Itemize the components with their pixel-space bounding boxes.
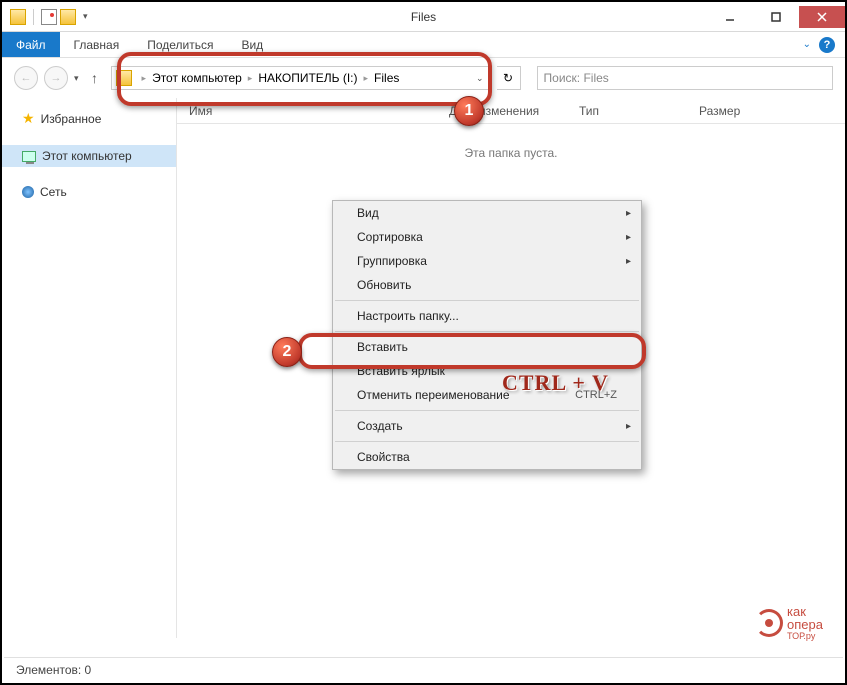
sidebar-label: Этот компьютер xyxy=(42,149,132,163)
annotation-badge-2: 2 xyxy=(272,337,302,367)
menu-new[interactable]: Создать xyxy=(333,414,641,438)
search-input[interactable]: Поиск: Files xyxy=(537,66,833,90)
sidebar-favorites[interactable]: ★ Избранное xyxy=(2,106,176,131)
window-controls xyxy=(707,6,845,28)
column-size[interactable]: Размер xyxy=(687,104,767,118)
breadcrumb-drive[interactable]: НАКОПИТЕЛЬ (I:) xyxy=(258,71,357,85)
back-button[interactable]: ← xyxy=(14,66,38,90)
chevron-right-icon[interactable]: ▸ xyxy=(142,73,147,84)
menu-refresh[interactable]: Обновить xyxy=(333,273,641,297)
computer-icon xyxy=(22,151,36,162)
menu-customize-folder[interactable]: Настроить папку... xyxy=(333,304,641,328)
annotation-badge-1: 1 xyxy=(454,96,484,126)
network-icon xyxy=(22,186,34,198)
menu-view[interactable]: Вид xyxy=(333,201,641,225)
main-area: ★ Избранное Этот компьютер Сеть Имя Дата… xyxy=(2,98,845,638)
menu-group[interactable]: Группировка xyxy=(333,249,641,273)
address-bar[interactable]: ▸ Этот компьютер ▸ НАКОПИТЕЛЬ (I:) ▸ Fil… xyxy=(111,66,491,90)
status-bar: Элементов: 0 xyxy=(4,657,843,681)
separator xyxy=(335,331,639,332)
file-list-area[interactable]: Имя Дата изменения Тип Размер Эта папка … xyxy=(177,98,845,638)
star-icon: ★ xyxy=(22,110,35,127)
tab-share[interactable]: Поделиться xyxy=(133,32,227,57)
folder-icon[interactable] xyxy=(10,9,26,25)
qat-dropdown-icon[interactable]: ▾ xyxy=(83,11,88,22)
separator xyxy=(335,410,639,411)
watermark-icon xyxy=(755,609,783,637)
breadcrumb-this-pc[interactable]: Этот компьютер xyxy=(152,71,242,85)
navigation-bar: ← → ▾ ↑ ▸ Этот компьютер ▸ НАКОПИТЕЛЬ (I… xyxy=(2,58,845,98)
file-tab[interactable]: Файл xyxy=(2,32,60,57)
separator xyxy=(335,441,639,442)
properties-icon[interactable] xyxy=(41,9,57,25)
new-folder-icon[interactable] xyxy=(60,9,76,25)
chevron-right-icon[interactable]: ▸ xyxy=(364,73,369,84)
history-dropdown-icon[interactable]: ▾ xyxy=(74,73,79,84)
menu-sort[interactable]: Сортировка xyxy=(333,225,641,249)
search-placeholder: Поиск: Files xyxy=(544,71,609,85)
column-name[interactable]: Имя xyxy=(177,104,437,118)
sidebar-this-pc[interactable]: Этот компьютер xyxy=(2,145,176,167)
title-bar: ▾ Files xyxy=(2,2,845,32)
empty-folder-message: Эта папка пуста. xyxy=(177,146,845,160)
status-item-count: Элементов: 0 xyxy=(16,663,91,677)
folder-icon xyxy=(116,70,132,86)
tab-view[interactable]: Вид xyxy=(227,32,277,57)
window-title: Files xyxy=(411,10,436,24)
sidebar-network[interactable]: Сеть xyxy=(2,181,176,203)
expand-ribbon-icon[interactable]: ⌄ xyxy=(803,39,811,50)
forward-button[interactable]: → xyxy=(44,66,68,90)
menu-properties[interactable]: Свойства xyxy=(333,445,641,469)
separator xyxy=(33,9,34,25)
separator xyxy=(335,300,639,301)
column-type[interactable]: Тип xyxy=(567,104,687,118)
watermark: как опера ТОР.ру xyxy=(755,605,823,641)
refresh-button[interactable]: ↻ xyxy=(497,66,521,90)
maximize-button[interactable] xyxy=(753,6,799,28)
ribbon: Файл Главная Поделиться Вид ⌄ ? xyxy=(2,32,845,58)
column-headers: Имя Дата изменения Тип Размер xyxy=(177,98,845,124)
breadcrumb-folder[interactable]: Files xyxy=(374,71,399,85)
watermark-text-3: ТОР.ру xyxy=(787,631,823,641)
sidebar-label: Избранное xyxy=(41,112,102,126)
tab-home[interactable]: Главная xyxy=(60,32,134,57)
menu-paste[interactable]: Вставить xyxy=(333,335,641,359)
sidebar-label: Сеть xyxy=(40,185,67,199)
quick-access-toolbar: ▾ xyxy=(2,9,88,25)
annotation-keyboard-shortcut: CTRL + V xyxy=(502,370,609,396)
close-button[interactable] xyxy=(799,6,845,28)
context-menu: Вид Сортировка Группировка Обновить Наст… xyxy=(332,200,642,470)
minimize-button[interactable] xyxy=(707,6,753,28)
watermark-text-2: опера xyxy=(787,618,823,631)
address-dropdown-icon[interactable]: ⌄ xyxy=(470,73,490,84)
navigation-pane: ★ Избранное Этот компьютер Сеть xyxy=(2,98,177,638)
up-button[interactable]: ↑ xyxy=(85,68,105,88)
help-icon[interactable]: ? xyxy=(819,37,835,53)
chevron-right-icon[interactable]: ▸ xyxy=(248,73,253,84)
